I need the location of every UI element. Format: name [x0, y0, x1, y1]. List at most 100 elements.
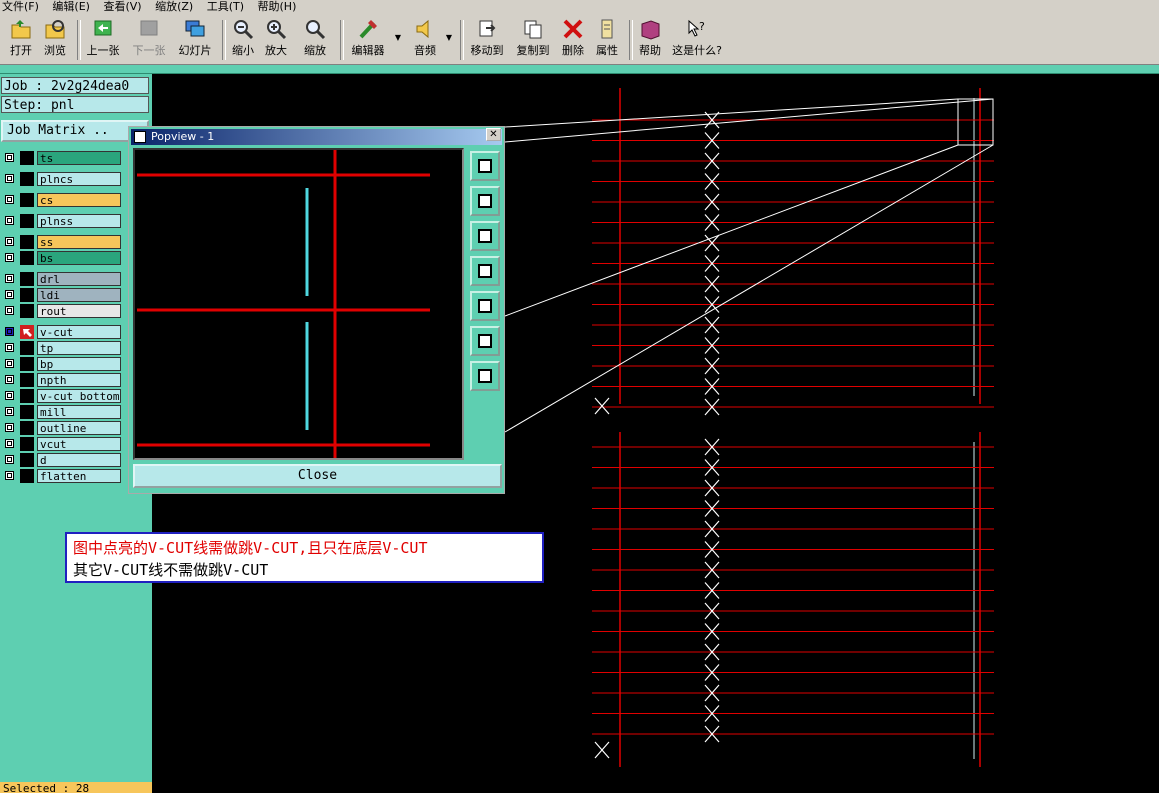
layer-row-cs[interactable]: cs [1, 193, 122, 207]
layer-checkbox[interactable] [5, 253, 14, 262]
properties-button[interactable]: 属性 [592, 18, 622, 58]
popview-canvas[interactable] [133, 148, 464, 460]
prev-button[interactable]: 上一张 [84, 18, 122, 58]
next-button[interactable]: 下一张 [130, 18, 168, 58]
layer-row-ts[interactable]: ts [1, 151, 122, 165]
layer-name[interactable]: cs [37, 193, 121, 207]
layer-row-rout[interactable]: rout [1, 304, 122, 318]
layer-row-v-cut[interactable]: v-cut [1, 325, 122, 339]
layer-swatch[interactable] [20, 405, 34, 419]
layer-swatch[interactable] [20, 272, 34, 286]
layer-row-v-cut_bottom[interactable]: v-cut_bottom [1, 389, 122, 403]
layer-swatch[interactable] [20, 151, 34, 165]
layer-swatch[interactable] [20, 469, 34, 483]
layer-checkbox[interactable] [5, 471, 14, 480]
layer-name[interactable]: drl [37, 272, 121, 286]
layer-row-drl[interactable]: drl [1, 272, 122, 286]
layer-row-tp[interactable]: tp [1, 341, 122, 355]
layer-row-plncs[interactable]: plncs [1, 172, 122, 186]
menu-view[interactable]: 查看(V) [103, 0, 141, 13]
layer-name[interactable]: flatten [37, 469, 121, 483]
popview-pan-down-button[interactable] [470, 221, 500, 251]
layer-name[interactable]: ts [37, 151, 121, 165]
layer-checkbox[interactable] [5, 153, 14, 162]
layer-name[interactable]: bs [37, 251, 121, 265]
popview-pan-up-button[interactable] [470, 186, 500, 216]
layer-row-bp[interactable]: bp [1, 357, 122, 371]
layer-swatch[interactable] [20, 357, 34, 371]
popview-zoom-home-button[interactable] [470, 361, 500, 391]
layer-row-outline[interactable]: outline [1, 421, 122, 435]
layer-checkbox[interactable] [5, 343, 14, 352]
layer-checkbox[interactable] [5, 439, 14, 448]
layer-swatch[interactable] [20, 373, 34, 387]
popview-titlebar[interactable]: Popview - 1 [131, 129, 502, 145]
editor-dropdown-icon[interactable]: ▼ [394, 18, 402, 58]
layer-swatch[interactable] [20, 214, 34, 228]
layer-name[interactable]: bp [37, 357, 121, 371]
layer-checkbox[interactable] [5, 423, 14, 432]
help-button[interactable]: 帮助 [635, 18, 665, 58]
layer-name[interactable]: ss [37, 235, 121, 249]
job-matrix-button[interactable]: Job Matrix .. [1, 120, 149, 142]
menu-tools[interactable]: 工具(T) [207, 0, 244, 13]
menu-help[interactable]: 帮助(H) [258, 0, 297, 13]
layer-checkbox[interactable] [5, 391, 14, 400]
layer-swatch[interactable] [20, 304, 34, 318]
zoom-in-button[interactable]: 放大 [262, 18, 290, 58]
work-layer-icon[interactable] [20, 325, 34, 339]
zoom-out-button[interactable]: 缩小 [229, 18, 257, 58]
layer-row-npth[interactable]: npth [1, 373, 122, 387]
layer-checkbox[interactable] [5, 290, 14, 299]
layer-swatch[interactable] [20, 389, 34, 403]
layer-checkbox[interactable] [5, 327, 14, 336]
layer-name[interactable]: mill [37, 405, 121, 419]
layer-checkbox[interactable] [5, 216, 14, 225]
layer-row-flatten[interactable]: flatten [1, 469, 122, 483]
audio-dropdown-icon[interactable]: ▼ [445, 18, 453, 58]
popview-zoom-window-button[interactable] [470, 151, 500, 181]
layer-checkbox[interactable] [5, 359, 14, 368]
layer-name[interactable]: ldi [37, 288, 121, 302]
layer-row-d[interactable]: d [1, 453, 122, 467]
browse-button[interactable]: 浏览 [40, 18, 70, 58]
copy-to-button[interactable]: 复制到 [513, 18, 553, 58]
whats-this-button[interactable]: ? 这是什么? [669, 18, 725, 58]
layer-row-ss[interactable]: ss [1, 235, 122, 249]
menu-edit[interactable]: 编辑(E) [52, 0, 90, 13]
popview-pan-right-button[interactable] [470, 291, 500, 321]
audio-button[interactable]: 音频 [410, 18, 440, 58]
menu-file[interactable]: 文件(F) [2, 0, 39, 13]
layer-swatch[interactable] [20, 235, 34, 249]
popview-close-button[interactable]: Close [133, 464, 502, 488]
layer-checkbox[interactable] [5, 174, 14, 183]
editor-button[interactable]: 编辑器 [347, 18, 389, 58]
layer-checkbox[interactable] [5, 407, 14, 416]
layer-checkbox[interactable] [5, 274, 14, 283]
layer-checkbox[interactable] [5, 237, 14, 246]
move-to-button[interactable]: 移动到 [467, 18, 507, 58]
layer-swatch[interactable] [20, 172, 34, 186]
layer-name[interactable]: npth [37, 373, 121, 387]
layer-row-ldi[interactable]: ldi [1, 288, 122, 302]
slideshow-button[interactable]: 幻灯片 [175, 18, 215, 58]
menu-zoom[interactable]: 缩放(Z) [155, 0, 193, 13]
layer-swatch[interactable] [20, 193, 34, 207]
layer-row-bs[interactable]: bs [1, 251, 122, 265]
layer-name[interactable]: d [37, 453, 121, 467]
layer-checkbox[interactable] [5, 195, 14, 204]
layer-name[interactable]: vcut [37, 437, 121, 451]
layer-swatch[interactable] [20, 421, 34, 435]
popview-zoom-fit-button[interactable] [470, 326, 500, 356]
layer-checkbox[interactable] [5, 375, 14, 384]
layer-swatch[interactable] [20, 437, 34, 451]
layer-swatch[interactable] [20, 453, 34, 467]
layer-name[interactable]: v-cut [37, 325, 121, 339]
zoom-button[interactable]: 缩放 [298, 18, 332, 58]
layer-swatch[interactable] [20, 341, 34, 355]
layer-swatch[interactable] [20, 251, 34, 265]
window-close-button[interactable]: ✕ [486, 128, 501, 141]
open-button[interactable]: 打开 [6, 18, 36, 58]
layer-name[interactable]: v-cut_bottom [37, 389, 121, 403]
layer-checkbox[interactable] [5, 455, 14, 464]
